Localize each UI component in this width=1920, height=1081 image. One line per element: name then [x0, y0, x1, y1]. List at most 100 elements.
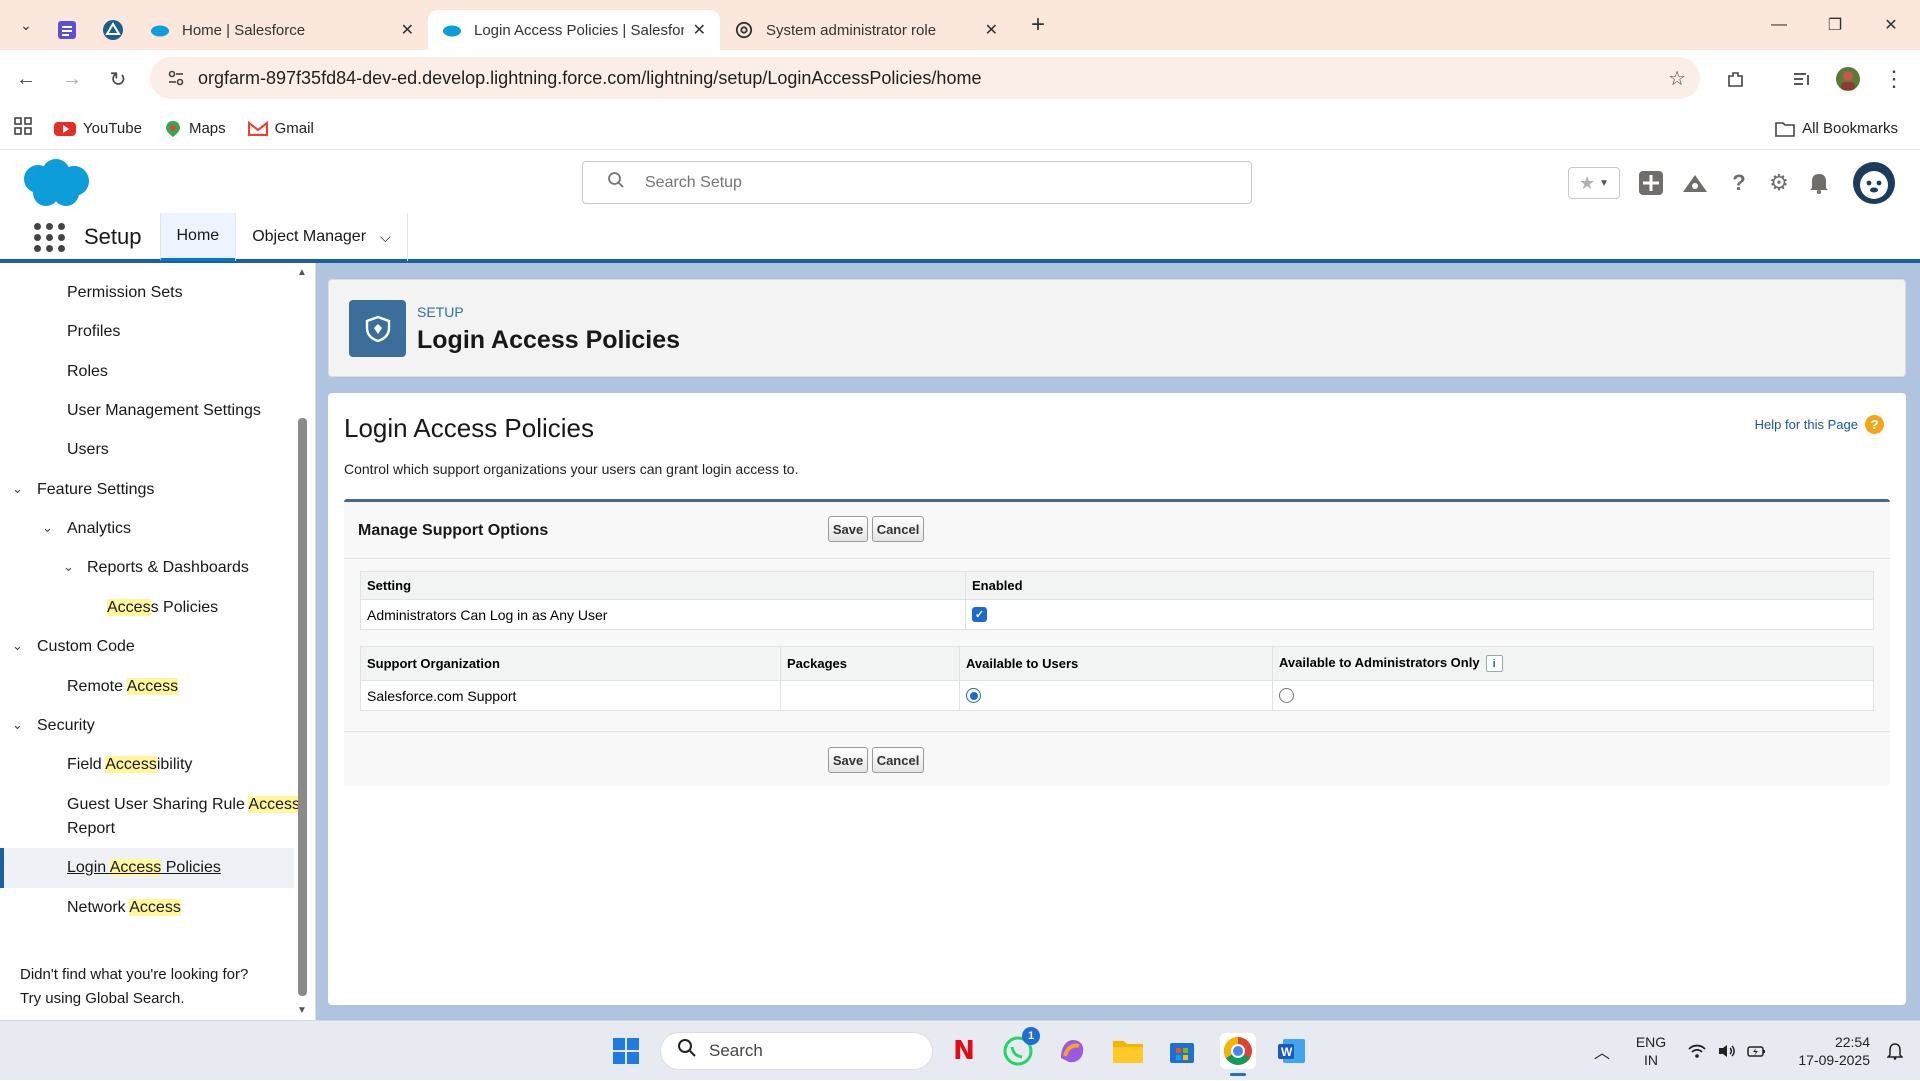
sidebar-item-reports-dashboards[interactable]: Reports & Dashboards	[87, 556, 249, 580]
windows-start-icon[interactable]	[608, 1033, 644, 1069]
tab-login-access-policies[interactable]: Login Access Policies | Salesforc ✕	[428, 10, 720, 50]
save-button-bottom[interactable]: Save	[828, 747, 868, 773]
support-org-table: Support Organization Packages Available …	[360, 646, 1874, 711]
whatsapp-icon[interactable]: 1	[1000, 1027, 1040, 1069]
info-icon[interactable]: i	[1485, 655, 1503, 672]
close-tab-icon[interactable]: ✕	[401, 20, 414, 40]
back-arrow-icon[interactable]: ←	[6, 59, 46, 99]
save-button-top[interactable]: Save	[828, 516, 868, 542]
tab-system-admin-role[interactable]: System administrator role ✕	[720, 10, 1012, 50]
sidebar-item-permission-sets[interactable]: Permission Sets	[67, 281, 183, 305]
nav-tab-home[interactable]: Home	[159, 213, 236, 261]
search-input[interactable]	[645, 173, 1205, 192]
bookmark-gmail[interactable]: Gmail	[247, 120, 314, 137]
sidebar-item-security[interactable]: Security	[37, 714, 95, 738]
wifi-icon[interactable]	[1684, 1021, 1710, 1081]
sidebar-item-guest-user-sharing-rule-access-report[interactable]: Guest User Sharing Rule Access Report	[67, 793, 300, 841]
favorites-star-icon[interactable]: ★ ▼	[1568, 167, 1620, 199]
restore-icon[interactable]: ❐	[1806, 0, 1864, 50]
chrome-icon[interactable]	[1220, 1033, 1256, 1076]
sidebar-item-field-accessibility[interactable]: Field Accessibility	[67, 753, 192, 777]
admins-login-as-any-user-checkbox[interactable]: ✓	[972, 607, 987, 622]
show-hidden-icons-chevron-icon[interactable]: ︿	[1588, 1021, 1616, 1081]
scroll-up-arrow-icon[interactable]: ▲	[297, 267, 307, 278]
scroll-down-arrow-icon[interactable]: ▼	[297, 1005, 307, 1016]
site-settings-icon[interactable]	[158, 60, 194, 96]
search-icon	[607, 171, 625, 194]
sidebar-item-analytics[interactable]: Analytics	[67, 517, 131, 541]
new-tab-plus-icon[interactable]: +	[1020, 7, 1056, 43]
sidebar-item-custom-code[interactable]: Custom Code	[37, 635, 135, 659]
help-question-icon[interactable]: ?	[1722, 166, 1756, 200]
tab-search-chevron-icon[interactable]: ⌄	[8, 7, 44, 43]
help-for-this-page-link[interactable]: Help for this Page ?	[1755, 415, 1884, 434]
available-to-users-radio[interactable]	[966, 688, 981, 703]
media-control-icon[interactable]	[1782, 50, 1822, 108]
chevron-down-icon[interactable]: ⌄	[42, 520, 53, 536]
bookmark-star-icon[interactable]: ☆	[1668, 66, 1686, 91]
sidebar-item-roles[interactable]: Roles	[67, 360, 108, 384]
sidebar-item-network-access[interactable]: Network Access	[67, 896, 181, 920]
all-bookmarks[interactable]: All Bookmarks	[1775, 120, 1898, 137]
support-org-name: Salesforce.com Support	[360, 680, 781, 711]
cancel-button-bottom[interactable]: Cancel	[872, 747, 924, 773]
chevron-down-icon[interactable]: ⌄	[63, 559, 74, 575]
sidebar-item-feature-settings[interactable]: Feature Settings	[37, 478, 154, 502]
microsoft-store-icon[interactable]	[1164, 1033, 1200, 1069]
close-tab-icon[interactable]: ✕	[693, 20, 706, 40]
battery-icon[interactable]	[1744, 1021, 1770, 1081]
bookmark-youtube[interactable]: YouTube	[54, 120, 142, 137]
enabled-cell: ✓	[965, 599, 1874, 630]
bookmark-maps[interactable]: Maps	[164, 120, 226, 138]
minimize-icon[interactable]: —	[1750, 0, 1808, 50]
reload-icon[interactable]: ↻	[98, 59, 138, 99]
word-icon[interactable]: W	[1274, 1033, 1310, 1069]
chevron-down-icon[interactable]: ⌄	[12, 717, 23, 733]
chevron-down-icon[interactable]: ⌄	[12, 638, 23, 654]
search-highlight: Access	[126, 678, 179, 695]
taskbar-search[interactable]: Search	[660, 1032, 933, 1070]
sidebar-item-remote-access[interactable]: Remote Access	[67, 675, 179, 699]
salesforce-logo-icon[interactable]	[18, 157, 92, 209]
extensions-icon[interactable]	[1716, 50, 1756, 108]
app-launcher-icon[interactable]	[32, 219, 68, 255]
notifications-bell-icon[interactable]	[1880, 1021, 1910, 1081]
netflix-icon[interactable]: N	[946, 1033, 982, 1069]
close-tab-icon[interactable]: ✕	[985, 20, 998, 40]
apps-grid-icon[interactable]	[14, 117, 32, 140]
cancel-button-top[interactable]: Cancel	[872, 516, 924, 542]
clock[interactable]: 22:54 17-09-2025	[1778, 1021, 1870, 1081]
sidebar-item-profiles[interactable]: Profiles	[67, 320, 120, 344]
pinned-tab-2[interactable]	[90, 10, 136, 50]
copilot-icon[interactable]	[1054, 1033, 1090, 1069]
chevron-down-icon[interactable]: ⌵	[380, 229, 391, 246]
scrollbar-thumb[interactable]	[298, 418, 307, 996]
sidebar-item-access-policies[interactable]: Access Policies	[107, 596, 218, 620]
chevron-down-icon[interactable]: ⌄	[12, 481, 23, 497]
close-window-icon[interactable]: ✕	[1862, 0, 1920, 50]
sidebar-item-user-management-settings[interactable]: User Management Settings	[67, 399, 261, 423]
footer-line-2: Try using Global Search.	[20, 990, 185, 1007]
trailhead-icon[interactable]	[1678, 166, 1712, 200]
nav-tab-object-manager[interactable]: Object Manager ⌵	[235, 213, 408, 261]
admins-only-radio[interactable]	[1279, 688, 1294, 703]
browser-menu-icon[interactable]: ⋮	[1874, 50, 1914, 108]
forward-arrow-icon[interactable]: →	[52, 59, 92, 99]
address-bar[interactable]: orgfarm-897f35fd84-dev-ed.develop.lightn…	[150, 57, 1700, 99]
pinned-tab-1[interactable]	[44, 10, 90, 50]
profile-avatar[interactable]	[1828, 50, 1868, 108]
search-setup[interactable]	[582, 161, 1252, 204]
notifications-bell-icon[interactable]	[1802, 166, 1836, 200]
setup-gear-icon[interactable]: ⚙	[1762, 166, 1796, 200]
sidebar-item-login-access-policies[interactable]: Login Access Policies	[67, 856, 221, 880]
global-actions-plus-icon[interactable]	[1634, 166, 1668, 200]
volume-icon[interactable]	[1714, 1021, 1740, 1081]
sidebar-item-users[interactable]: Users	[67, 438, 109, 462]
tab-home-salesforce[interactable]: Home | Salesforce ✕	[136, 10, 428, 50]
language-indicator[interactable]: ENG IN	[1628, 1021, 1674, 1081]
user-avatar[interactable]	[1852, 161, 1896, 205]
salesforce-cloud-icon	[151, 25, 169, 37]
gmail-icon	[247, 121, 268, 136]
file-explorer-icon[interactable]	[1110, 1033, 1146, 1069]
label-pre: Guest User Sharing Rule	[67, 796, 249, 813]
